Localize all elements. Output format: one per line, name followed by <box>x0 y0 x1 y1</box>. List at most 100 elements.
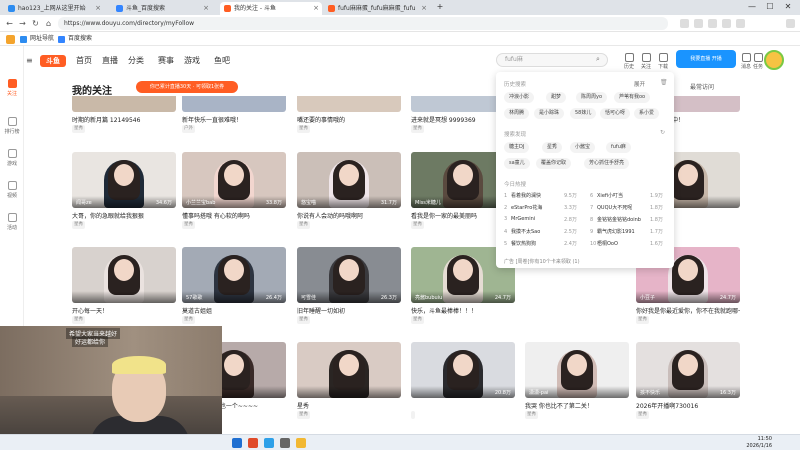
discover-chip[interactable]: 小酱宝 <box>570 142 596 153</box>
profile-icon[interactable] <box>736 19 745 28</box>
card-title[interactable]: 你说有人会动的吗哦啊阿 <box>297 211 401 220</box>
collections-icon[interactable] <box>708 19 717 28</box>
card-tag[interactable]: 星秀 <box>182 221 195 229</box>
history-chip[interactable]: 冲浪小影 <box>504 92 535 103</box>
back-button[interactable]: ← <box>4 18 15 29</box>
new-tab-button[interactable]: + <box>432 1 448 13</box>
sidebar-item-events[interactable]: 活动 <box>0 210 24 234</box>
card-title[interactable]: 大哥，你的急眼就给我狠狠 <box>72 211 176 220</box>
sidebar-item-games[interactable]: 游戏 <box>0 146 24 170</box>
stream-thumbnail[interactable]: 57歌歌 26.4万 <box>182 247 286 303</box>
chrome-icon[interactable] <box>296 438 306 448</box>
hot-search-item[interactable]: 2 eStarPro花海 3.3万 <box>504 204 577 211</box>
history-expand-button[interactable]: 展开 <box>634 80 645 88</box>
more-menu-icon[interactable] <box>786 19 795 28</box>
history-chip[interactable]: 58妹儿 <box>570 108 597 119</box>
notice-banner[interactable]: 你已累计直播30天 · 可领取1张券 <box>136 81 238 93</box>
url-field[interactable]: https://www.douyu.com/directory/myFollow <box>58 17 668 30</box>
discover-chip[interactable]: fufu麻 <box>606 142 631 153</box>
hot-search-item[interactable]: 8 金铭铭金铭铭doinb 1.8万 <box>590 216 663 223</box>
start-live-button[interactable]: 我要直播 开播 <box>676 50 736 68</box>
nav-home[interactable]: 首页 <box>76 55 92 67</box>
stream-thumbnail[interactable]: 20.8万 <box>411 342 515 398</box>
search-input[interactable]: fufu麻 <box>496 53 608 67</box>
nav-live[interactable]: 直播 <box>102 55 118 67</box>
card-tag[interactable]: 星秀 <box>636 316 649 324</box>
hot-search-item[interactable]: 10梧桐OoO 1.6万 <box>590 240 663 247</box>
hot-search-item[interactable]: 3 MrGemini 2.8万 <box>504 216 577 223</box>
tab-baidu-search[interactable]: 斗鱼_百度搜索 × <box>112 2 212 15</box>
downloads-icon[interactable] <box>722 19 731 28</box>
nav-category[interactable]: 分类 <box>128 55 144 67</box>
card-title[interactable]: 我哭 你也比不了第二关！ <box>525 401 629 410</box>
stream-thumbnail[interactable]: 可雪佳 26.3万 <box>297 247 401 303</box>
hot-search-item[interactable]: 6 Xiefi小叮当 1.9万 <box>590 192 663 199</box>
history-chip[interactable]: 林周腾 <box>504 108 530 119</box>
refresh-button[interactable]: ↻ <box>30 18 41 29</box>
card-tag[interactable]: 星秀 <box>297 221 310 229</box>
card-title[interactable]: 旧年睡醒一切如初 <box>297 306 401 315</box>
discover-chip[interactable]: 芳心抓住手舒亮 <box>584 158 630 169</box>
stream-thumbnail[interactable]: 潇潇-pai <box>525 342 629 398</box>
card-title[interactable]: 你好我是你最近爱你，你不在我就跑哪一点 <box>636 306 740 315</box>
card-title[interactable]: 开心每一天！ <box>72 306 176 315</box>
edge-icon[interactable] <box>264 438 274 448</box>
bookmark-baidu[interactable]: 百度搜索 <box>58 34 92 44</box>
card-tag[interactable]: 星秀 <box>72 316 85 324</box>
close-tab-icon[interactable]: × <box>421 2 427 15</box>
card-title[interactable]: 星秀 <box>297 401 401 410</box>
sidebar-item-video[interactable]: 视频 <box>0 178 24 202</box>
discover-chip[interactable]: 星秀 <box>542 142 563 153</box>
discover-chip[interactable]: sa童儿 <box>504 158 530 169</box>
search-icon[interactable]: ⌕ <box>596 55 600 64</box>
card-title[interactable]: 2026年开播啊730016 <box>636 401 740 410</box>
history-chip[interactable]: 恬可心呀 <box>600 108 631 119</box>
extensions-icon[interactable] <box>680 19 689 28</box>
nav-events[interactable]: 赛事 <box>158 55 174 67</box>
history-chip[interactable]: 系小爱 <box>634 108 660 119</box>
maximize-button[interactable]: ☐ <box>762 1 778 13</box>
card-tag[interactable]: 星秀 <box>72 221 85 229</box>
tab-hao123[interactable]: hao123_上网从这里开始 × <box>4 2 104 15</box>
nav-fishbar[interactable]: 鱼吧 <box>214 55 230 67</box>
bookmark-url-nav[interactable]: 网址导航 <box>20 34 54 44</box>
history-chip[interactable]: 是小踪珠 <box>534 108 565 119</box>
discover-chip[interactable]: 糖主DJ <box>504 142 530 153</box>
download-button[interactable]: 下载 <box>656 53 670 70</box>
home-button[interactable]: ⌂ <box>43 18 54 29</box>
favorites-icon[interactable] <box>694 19 703 28</box>
history-chip[interactable]: 陈周周yo <box>576 92 608 103</box>
app-icon[interactable] <box>280 438 290 448</box>
card-tag[interactable]: 星秀 <box>411 316 424 324</box>
nav-games[interactable]: 游戏 <box>184 55 200 67</box>
history-chip[interactable]: 芦苇有我oo <box>614 92 651 103</box>
card-title[interactable]: 莫道古姐姐 <box>182 306 286 315</box>
history-button[interactable]: 历史 <box>622 53 636 70</box>
card-tag[interactable]: 星秀 <box>297 316 310 324</box>
stream-thumbnail[interactable]: 闻哥ze 34.6万 <box>72 152 176 208</box>
card-title[interactable]: 懂事吗搭哦 有心软的啊吗 <box>182 211 286 220</box>
card-title[interactable]: 快乐，斗鱼最棒棒！！！ <box>411 306 515 315</box>
avatar[interactable] <box>764 50 784 70</box>
close-tab-icon[interactable]: × <box>95 2 101 15</box>
ad-text[interactable]: 广告 [周卷]你有10个卡来领取 (1) <box>504 258 580 265</box>
douyu-logo[interactable]: 斗鱼 <box>40 55 66 67</box>
card-tag[interactable]: 星秀 <box>297 411 310 419</box>
trash-icon[interactable]: 🗑 <box>660 79 668 86</box>
close-tab-icon[interactable]: × <box>313 2 319 15</box>
hot-search-item[interactable]: 7 QUQU大不死呢 1.8万 <box>590 204 663 211</box>
card-tag[interactable]: 星秀 <box>182 316 195 324</box>
card-tag[interactable]: 星秀 <box>411 221 424 229</box>
follow-button[interactable]: 关注 <box>639 53 653 70</box>
discover-chip[interactable]: 覆盖你记取 <box>536 158 572 169</box>
refresh-icon[interactable]: ↻ <box>660 129 665 136</box>
forward-button[interactable]: → <box>17 18 28 29</box>
tasks-button[interactable]: 任务 <box>751 53 765 70</box>
menu-icon[interactable]: ≡ <box>26 56 33 65</box>
windows-start-icon[interactable] <box>232 438 242 448</box>
close-window-button[interactable]: ✕ <box>780 1 796 13</box>
hot-search-item[interactable]: 1 看着我的澜快 9.5万 <box>504 192 577 199</box>
stream-thumbnail[interactable] <box>72 247 176 303</box>
stream-thumbnail[interactable]: 悠宝喵 31.7万 <box>297 152 401 208</box>
powerpoint-icon[interactable] <box>248 438 258 448</box>
